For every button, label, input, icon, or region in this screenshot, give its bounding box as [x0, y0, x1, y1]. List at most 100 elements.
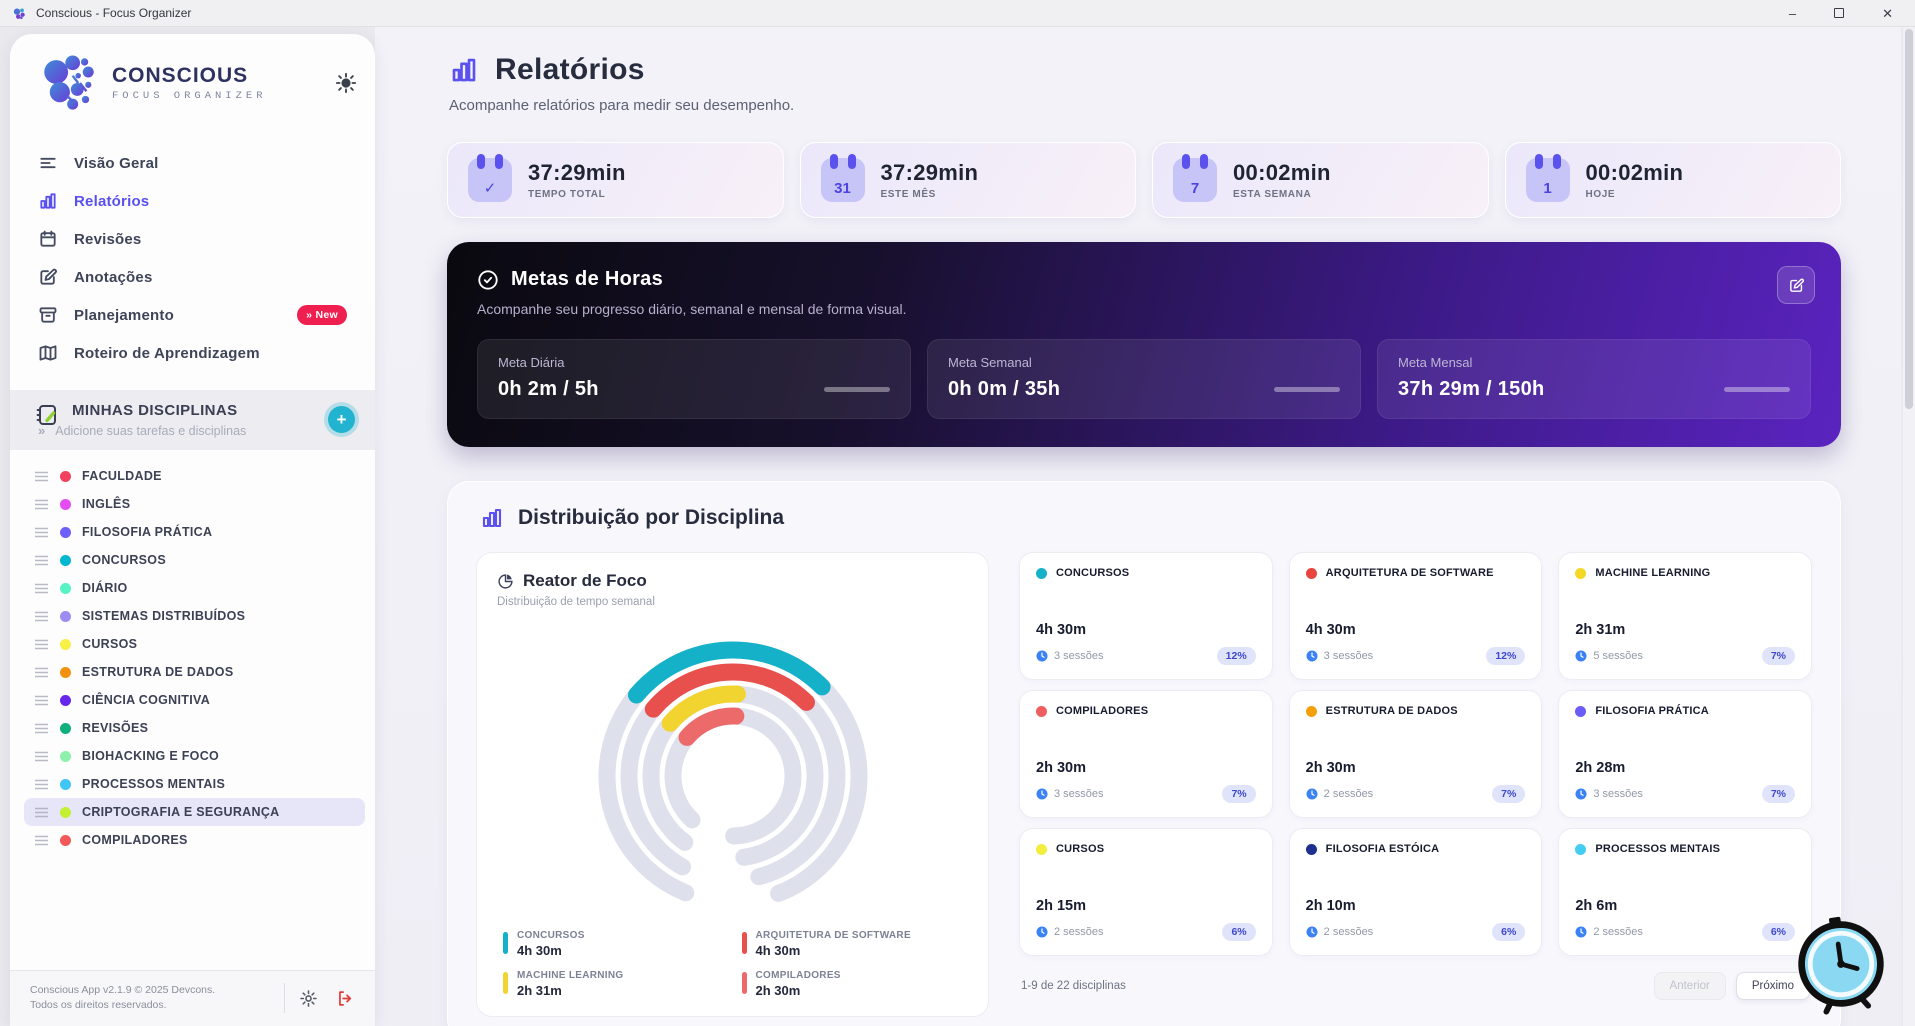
discipline-row[interactable]: ESTRUTURA DE DADOS — [24, 658, 365, 686]
minimize-button[interactable]: – — [1789, 7, 1796, 20]
page-title: Relatórios — [495, 53, 645, 86]
previous-page-button[interactable]: Anterior — [1653, 972, 1726, 1000]
drag-handle-icon[interactable] — [34, 667, 49, 678]
distribution-bar-chart-icon — [480, 506, 504, 530]
discipline-color-dot — [1575, 843, 1587, 855]
discipline-color-dot — [60, 470, 71, 482]
drag-handle-icon[interactable] — [34, 471, 49, 482]
discipline-stat-card: COMPILADORES 2h 30m 3 sessões 7% — [1019, 690, 1273, 818]
discipline-color-dot — [60, 554, 71, 566]
window-titlebar: Conscious - Focus Organizer – ✕ — [0, 0, 1915, 27]
drag-handle-icon[interactable] — [34, 583, 49, 594]
maximize-button[interactable] — [1834, 8, 1845, 18]
goal-card-monthly: Meta Mensal 37h 29m / 150h — [1377, 339, 1811, 419]
discipline-row[interactable]: REVISÕES — [24, 714, 365, 742]
discipline-row[interactable]: BIOHACKING E FOCO — [24, 742, 365, 770]
pomodoro-clock-widget[interactable] — [1787, 910, 1895, 1018]
discipline-row[interactable]: PROCESSOS MENTAIS — [24, 770, 365, 798]
session-clock-icon — [1306, 650, 1318, 662]
vertical-scrollbar[interactable] — [1903, 27, 1915, 1026]
drag-handle-icon[interactable] — [34, 807, 49, 818]
stat-value: 00:02min — [1585, 160, 1684, 185]
discipline-color-dot — [60, 638, 71, 650]
percent-badge: 12% — [1486, 647, 1526, 665]
logo-wordmark: CONSCIOUS — [112, 64, 249, 87]
goal-label: Meta Diária — [498, 355, 565, 370]
pie-chart-icon — [497, 573, 514, 590]
discipline-row[interactable]: INGLÊS — [24, 490, 365, 518]
drag-handle-icon[interactable] — [34, 527, 49, 538]
add-discipline-button[interactable]: + — [328, 406, 355, 433]
disciplines-list: FACULDADE INGLÊS FILOSOFIA PRÁTICA CONCU… — [10, 450, 375, 970]
discipline-row[interactable]: COMPILADORES — [24, 826, 365, 854]
rights-text: Todos os direitos reservados. — [30, 999, 167, 1012]
sidebar-item-relatorios[interactable]: Relatórios — [24, 182, 361, 220]
overview-icon — [38, 153, 58, 173]
session-clock-icon — [1575, 926, 1587, 938]
discipline-color-dot — [1036, 843, 1047, 855]
drag-handle-icon[interactable] — [34, 723, 49, 734]
sidebar-item-revisoes[interactable]: Revisões — [24, 220, 361, 258]
sidebar-item-planejamento[interactable]: Planejamento » New — [24, 296, 361, 334]
logout-icon[interactable] — [336, 989, 355, 1008]
discipline-row-selected[interactable]: CRIPTOGRAFIA E SEGURANÇA — [24, 798, 365, 826]
discipline-row[interactable]: FILOSOFIA PRÁTICA — [24, 518, 365, 546]
disciplines-section-subtitle: Adicione suas tarefas e disciplinas — [55, 423, 247, 438]
percent-badge: 6% — [1492, 923, 1526, 941]
my-disciplines-header: MINHAS DISCIPLINAS » Adicione suas taref… — [10, 390, 375, 450]
drag-handle-icon[interactable] — [34, 639, 49, 650]
discipline-color-dot — [60, 722, 71, 734]
discipline-row[interactable]: FACULDADE — [24, 462, 365, 490]
percent-badge: 6% — [1222, 923, 1256, 941]
session-clock-icon — [1036, 788, 1048, 800]
drag-handle-icon[interactable] — [34, 555, 49, 566]
clock-check-icon — [477, 269, 499, 291]
percent-badge: 12% — [1216, 647, 1256, 665]
goals-card: Metas de Horas Acompanhe seu progresso d… — [447, 242, 1841, 447]
discipline-stat-card: CURSOS 2h 15m 2 sessões 6% — [1019, 828, 1273, 956]
discipline-row[interactable]: CONCURSOS — [24, 546, 365, 574]
discipline-stat-card: ESTRUTURA DE DADOS 2h 30m 2 sessões 7% — [1288, 690, 1543, 818]
sidebar-item-anotacoes[interactable]: Anotações — [24, 258, 361, 296]
goals-title: Metas de Horas — [511, 268, 664, 290]
close-button[interactable]: ✕ — [1882, 7, 1893, 20]
discipline-row[interactable]: SISTEMAS DISTRIBUÍDOS — [24, 602, 365, 630]
drag-handle-icon[interactable] — [34, 695, 49, 706]
discipline-stat-card: PROCESSOS MENTAIS 2h 6m 2 sessões 6% — [1558, 828, 1812, 956]
legend-item: ARQUITETURA DE SOFTWARE 4h 30m — [741, 930, 963, 958]
discipline-row[interactable]: DIÁRIO — [24, 574, 365, 602]
discipline-cards-grid: CONCURSOS 4h 30m 3 sessões 12% ARQUITETURA … — [1019, 552, 1812, 956]
goal-card-weekly: Meta Semanal 0h 0m / 35h — [927, 339, 1361, 419]
sidebar-item-visao-geral[interactable]: Visão Geral — [24, 144, 361, 182]
percent-badge: 7% — [1761, 647, 1795, 665]
discipline-row[interactable]: CIÊNCIA COGNITIVA — [24, 686, 365, 714]
goal-card-daily: Meta Diária 0h 2m / 5h — [477, 339, 911, 419]
app-version-text: Conscious App v2.1.9 © 2025 Devcons. — [30, 983, 216, 996]
drag-handle-icon[interactable] — [34, 611, 49, 622]
session-clock-icon — [1575, 788, 1587, 800]
drag-handle-icon[interactable] — [34, 779, 49, 790]
stat-label: ESTA SEMANA — [1233, 189, 1312, 200]
legend-item: MACHINE LEARNING 2h 31m — [503, 970, 724, 998]
stat-card-esta-semana: 7 00:02min ESTA SEMANA — [1152, 142, 1489, 218]
legend-item: CONCURSOS 4h 30m — [503, 930, 724, 958]
session-clock-icon — [1306, 788, 1318, 800]
sidebar-item-roteiro[interactable]: Roteiro de Aprendizagem — [24, 334, 361, 372]
theme-toggle-sun-icon[interactable] — [335, 72, 357, 94]
drag-handle-icon[interactable] — [34, 835, 49, 846]
discipline-color-dot — [60, 806, 71, 818]
goal-value: 37h 29m / 150h — [1398, 378, 1545, 400]
discipline-stat-card: FILOSOFIA PRÁTICA 2h 28m 3 sessões 7% — [1558, 690, 1812, 818]
stat-label: HOJE — [1585, 189, 1616, 200]
distribution-section: Distribuição por Disciplina Reator de Fo… — [447, 481, 1841, 1026]
discipline-row[interactable]: CURSOS — [24, 630, 365, 658]
edit-goals-button[interactable] — [1777, 266, 1815, 304]
goal-progress-bar — [1724, 387, 1790, 392]
drag-handle-icon[interactable] — [34, 499, 49, 510]
stat-card-este-mes: 31 37:29min ESTE MÊS — [799, 142, 1136, 218]
settings-gear-icon[interactable] — [299, 989, 318, 1008]
drag-handle-icon[interactable] — [34, 751, 49, 762]
scrollbar-thumb[interactable] — [1905, 29, 1913, 409]
discipline-stat-card: MACHINE LEARNING 2h 31m 5 sessões 7% — [1558, 552, 1812, 680]
session-clock-icon — [1306, 926, 1318, 938]
